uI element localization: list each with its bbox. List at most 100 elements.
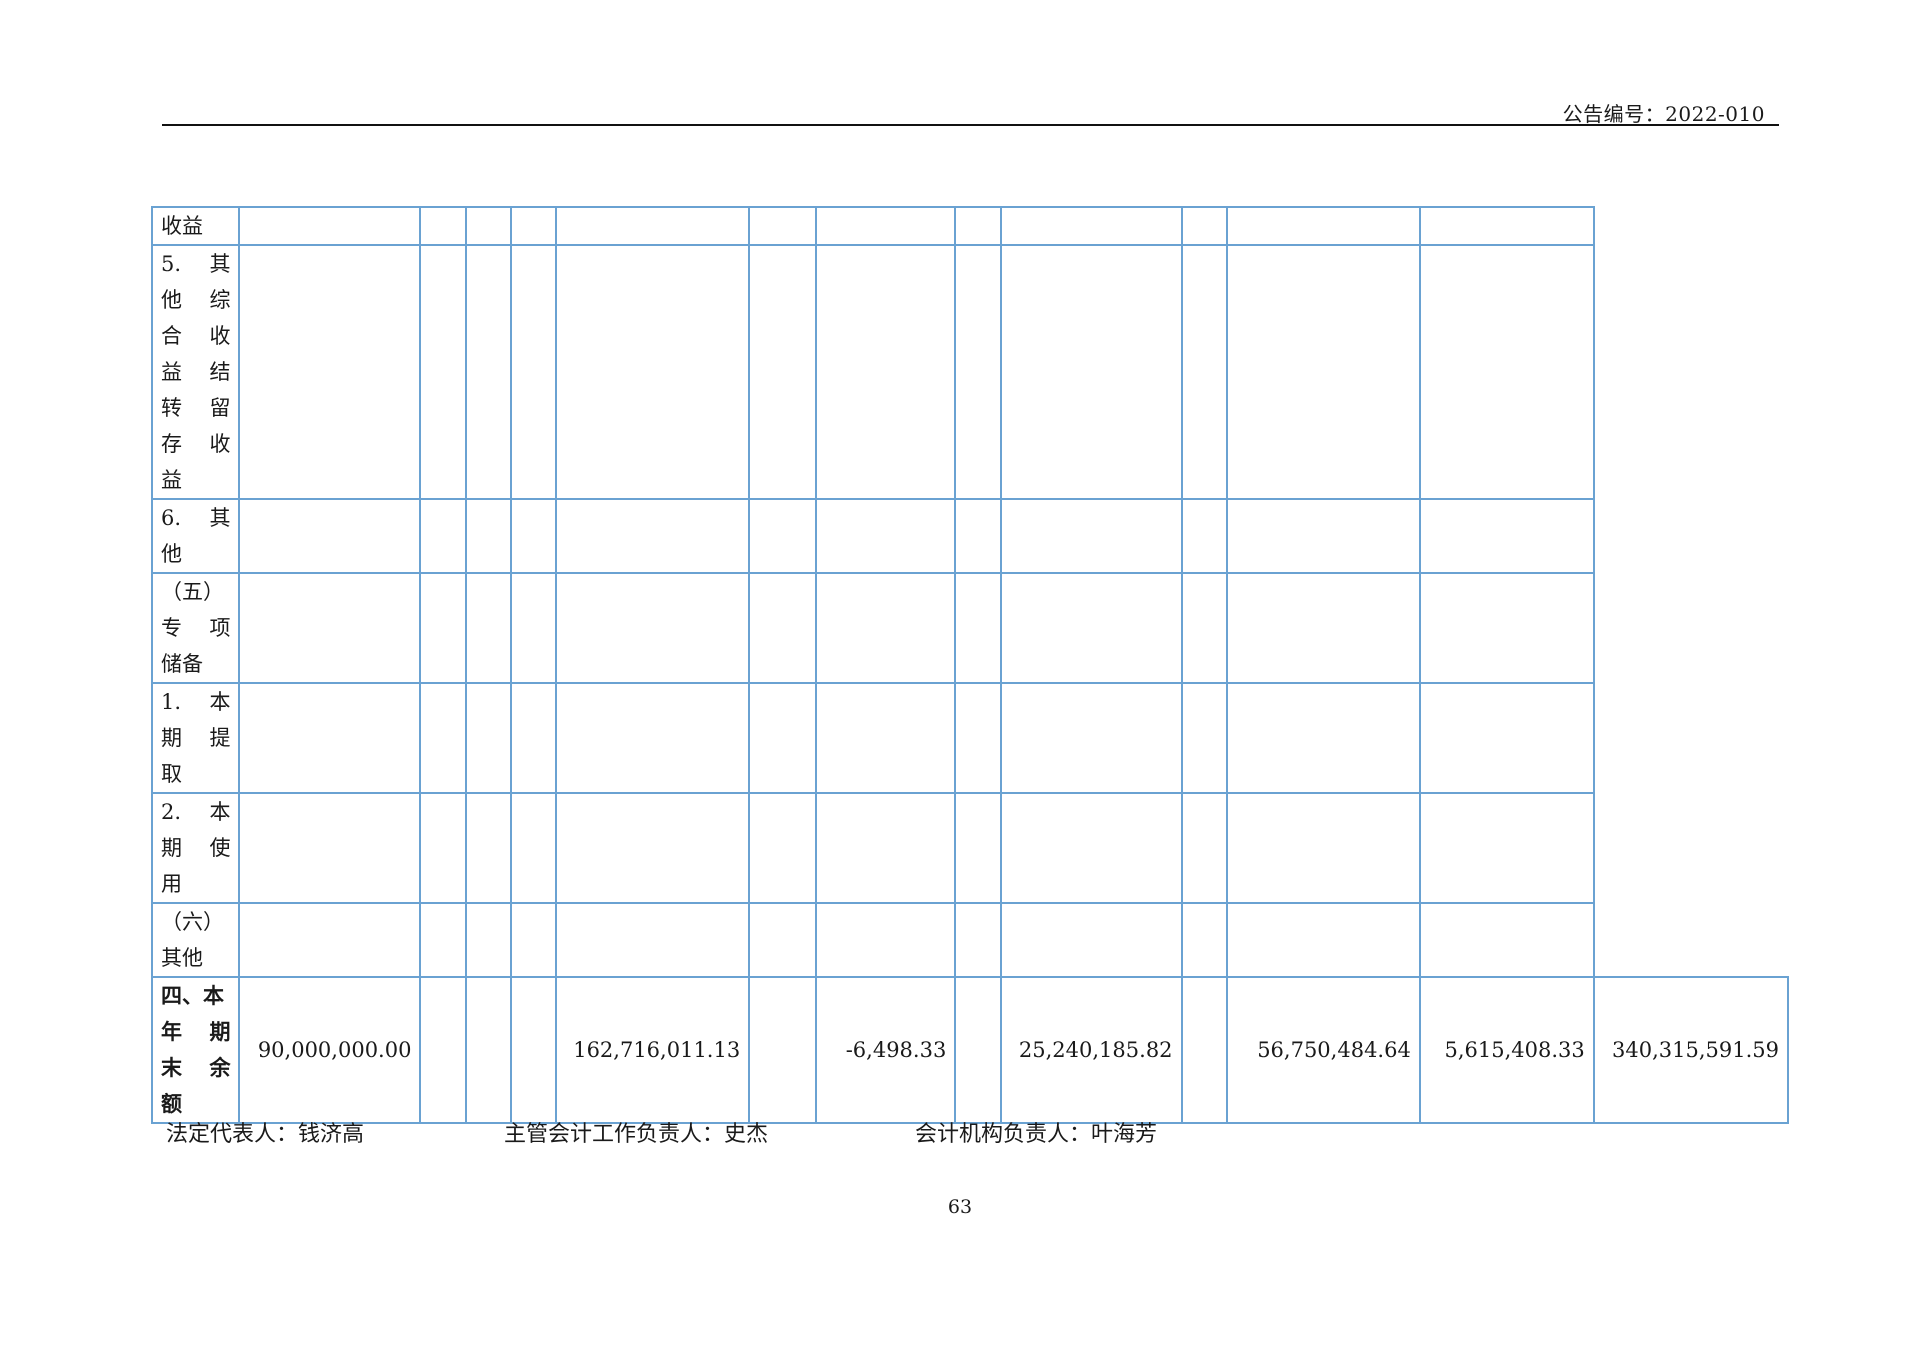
- row-label-line: 末 余: [161, 1055, 231, 1080]
- table-cell: [464, 498, 512, 574]
- table-cell: [954, 206, 1002, 246]
- table-cell: [814, 244, 957, 500]
- row-label-line: 期 提: [161, 726, 231, 750]
- table-cell: [748, 902, 817, 978]
- table-cell: [509, 792, 558, 904]
- table-cell: [748, 976, 817, 1124]
- table-cell: [1225, 682, 1421, 794]
- table-cell: [1180, 572, 1228, 684]
- row-label-line: 年 期: [161, 1019, 231, 1044]
- row-label: 6. 其他: [150, 498, 241, 574]
- table-cell: [748, 682, 817, 794]
- table-cell: [464, 572, 512, 684]
- row-label-line: 2. 本: [161, 800, 231, 824]
- table-cell: [748, 572, 817, 684]
- table-cell: [748, 244, 817, 500]
- table-cell: [509, 206, 558, 246]
- table-cell: [1225, 244, 1421, 500]
- row-label-line: 他: [161, 542, 182, 566]
- table-cell: [555, 244, 751, 500]
- table-cell: [238, 682, 422, 794]
- table-cell: [555, 902, 751, 978]
- header-rule: [162, 124, 1779, 126]
- table-cell: [509, 976, 558, 1124]
- table-cell: [1418, 498, 1595, 574]
- table-cell: [464, 792, 512, 904]
- row-label-line: 6. 其: [161, 506, 231, 530]
- table-cell: [999, 206, 1183, 246]
- table-cell: 90,000,000.00: [238, 976, 422, 1124]
- row-label-line: 存 收: [161, 432, 231, 456]
- table-cell: [509, 244, 558, 500]
- table-cell: [464, 976, 512, 1124]
- table-cell: [464, 206, 512, 246]
- table-cell: [509, 902, 558, 978]
- table-cell: [954, 682, 1002, 794]
- table-cell: 5,615,408.33: [1418, 976, 1595, 1124]
- table-cell: [748, 792, 817, 904]
- table-row: 1. 本期 提取: [150, 682, 1788, 794]
- page-number: 63: [947, 1196, 973, 1218]
- table-cell: [419, 244, 467, 500]
- table-cell: -6,498.33: [814, 976, 957, 1124]
- row-label-line: 他 综: [161, 288, 231, 312]
- table-cell: [419, 498, 467, 574]
- row-label-line: 合 收: [161, 324, 231, 348]
- table-cell: [419, 682, 467, 794]
- row-label-line: 期 使: [161, 836, 231, 860]
- row-label-line: 收益: [161, 214, 203, 238]
- row-label-line: 益: [161, 468, 182, 492]
- table-cell: [954, 244, 1002, 500]
- table-cell: [419, 792, 467, 904]
- table-cell: [1180, 206, 1228, 246]
- table-cell: [1180, 498, 1228, 574]
- table-cell: [1418, 902, 1595, 978]
- table-cell: [509, 498, 558, 574]
- table-cell: [1225, 206, 1421, 246]
- table-cell: [814, 682, 957, 794]
- row-label: 收益: [150, 206, 241, 246]
- table-cell: [555, 572, 751, 684]
- table-cell: [238, 244, 422, 500]
- table-cell: [954, 498, 1002, 574]
- table-cell: [464, 682, 512, 794]
- table-cell: [999, 572, 1183, 684]
- equity-changes-table: 收益 5. 其他 综合 收益 结转 留存 收益 6. 其他（五）专 项储备 1. 本期…: [150, 206, 1790, 1124]
- table-cell: [419, 572, 467, 684]
- table-cell: [1225, 792, 1421, 904]
- row-label-line: 储备: [161, 652, 203, 676]
- table-cell: [238, 206, 422, 246]
- table-cell: [1180, 682, 1228, 794]
- row-label-line: 专 项: [161, 616, 231, 640]
- row-label: 2. 本期 使用: [150, 792, 241, 904]
- table-cell: [1418, 682, 1595, 794]
- row-label: （六） 其他: [150, 902, 241, 978]
- row-label-line: 用: [161, 872, 182, 896]
- table-cell: [954, 976, 1002, 1124]
- table-cell: [1418, 244, 1595, 500]
- row-label: 5. 其他 综合 收益 结转 留存 收益: [150, 244, 241, 500]
- table-cell: [464, 902, 512, 978]
- table-cell: [238, 792, 422, 904]
- table-cell: [1180, 792, 1228, 904]
- table-cell: 162,716,011.13: [555, 976, 751, 1124]
- table-cell: [419, 206, 467, 246]
- table-cell: [555, 792, 751, 904]
- table-row: 2. 本期 使用: [150, 792, 1788, 904]
- table-cell: 340,315,591.59: [1592, 976, 1790, 1124]
- row-label-line: 转 留: [161, 396, 231, 420]
- table-cell: [509, 682, 558, 794]
- table-cell: [748, 206, 817, 246]
- row-label: 四、本年 期末 余额: [150, 976, 241, 1124]
- table-row: 四、本年 期末 余额 90,000,000.00 162,716,011.13 -6,…: [150, 976, 1790, 1124]
- row-label-line: （五）: [161, 580, 224, 604]
- table-cell: [748, 498, 817, 574]
- legal-representative: 法定代表人：钱济高: [166, 1122, 365, 1147]
- row-label-line: 益 结: [161, 360, 231, 384]
- table-cell: [1180, 902, 1228, 978]
- row-label-line: 取: [161, 762, 182, 786]
- table-cell: [954, 902, 1002, 978]
- table-cell: [1418, 206, 1595, 246]
- table-cell: [999, 498, 1183, 574]
- row-label-line: 其他: [161, 946, 203, 970]
